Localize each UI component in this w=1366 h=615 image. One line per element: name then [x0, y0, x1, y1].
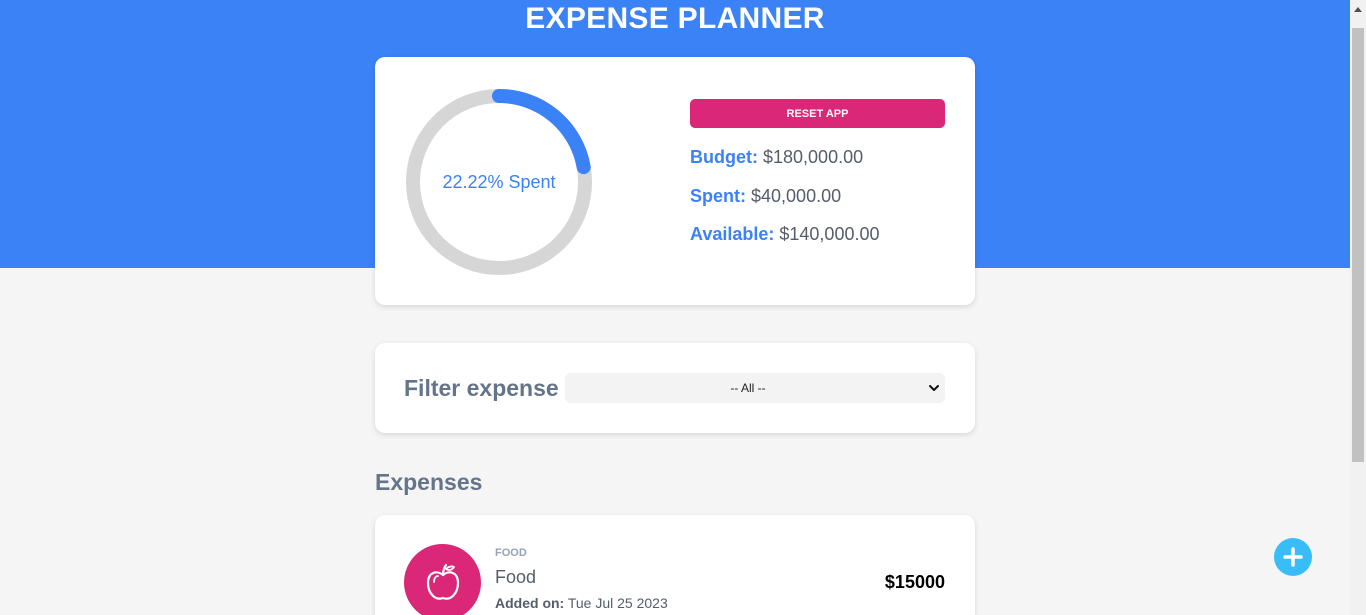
scroll-up-icon	[1354, 6, 1362, 12]
filter-selected-value: -- All --	[730, 381, 766, 395]
expenses-heading: Expenses	[375, 469, 483, 495]
filter-label: Filter expense	[404, 375, 559, 401]
spent-progress-ring: 22.22% Spent	[404, 87, 594, 277]
expense-date: Added on: Tue Jul 25 2023	[495, 595, 668, 611]
budget-card: 22.22% Spent RESET APP Budget: $180,000.…	[375, 57, 975, 305]
budget-stat: Budget: $180,000.00	[690, 147, 863, 168]
available-key: Available:	[690, 224, 775, 244]
scroll-up-arrow-icon[interactable]	[1350, 0, 1366, 17]
apple-icon	[426, 563, 459, 600]
budget-value: $180,000.00	[763, 147, 864, 167]
page-scrollbar[interactable]	[1350, 0, 1366, 615]
app-title: EXPENSE PLANNER	[525, 2, 825, 35]
expense-name: Food	[495, 567, 537, 587]
expense-planner-page: EXPENSE PLANNER 22.22% Spent RESET APP B…	[0, 0, 1366, 615]
scrollbar-thumb[interactable]	[1352, 28, 1364, 462]
filter-card: Filter expense -- All --	[375, 343, 975, 433]
expense-amount: $15000	[884, 572, 945, 592]
expense-date-value: Tue Jul 25 2023	[567, 595, 668, 611]
budget-key: Budget:	[690, 147, 758, 167]
available-value: $140,000.00	[779, 224, 880, 244]
plus-icon	[1283, 547, 1303, 567]
available-stat: Available: $140,000.00	[690, 224, 880, 245]
expense-date-key: Added on:	[495, 595, 565, 611]
chevron-down-icon	[929, 385, 939, 391]
spent-stat: Spent: $40,000.00	[690, 186, 841, 207]
reset-app-button[interactable]: RESET APP	[690, 99, 945, 128]
spent-percent-label: 22.22% Spent	[442, 171, 556, 192]
expense-item[interactable]: FOOD Food Added on: Tue Jul 25 2023 $150…	[375, 515, 975, 615]
spent-value: $40,000.00	[751, 186, 842, 206]
filter-select[interactable]: -- All --	[565, 373, 945, 403]
spent-key: Spent:	[690, 186, 746, 206]
expense-category-icon	[404, 544, 481, 615]
add-expense-button[interactable]	[1274, 538, 1312, 576]
expense-category: FOOD	[495, 547, 527, 559]
